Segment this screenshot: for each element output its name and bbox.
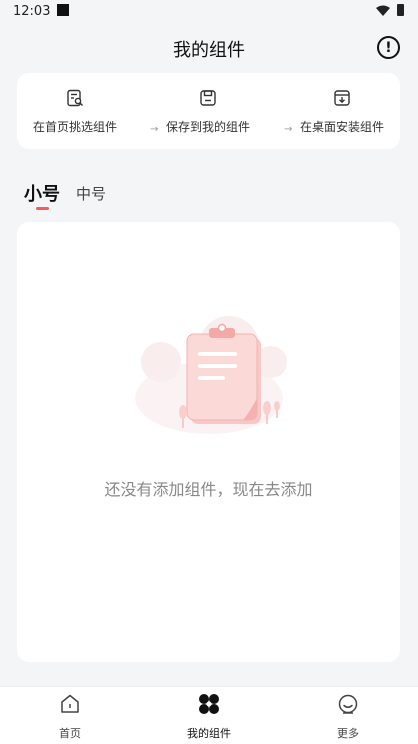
- header: 我的组件 !: [0, 28, 418, 66]
- step-pick-widget: 在首页挑选组件: [20, 73, 130, 149]
- bottom-nav: 首页 我的组件 更多: [0, 686, 418, 744]
- nav-item-widgets[interactable]: 我的组件: [154, 687, 264, 744]
- empty-state-card: 还没有添加组件，现在去添加: [17, 222, 400, 662]
- clipboard-illustration: [135, 316, 287, 434]
- install-icon: [334, 90, 350, 106]
- widgets-icon: [199, 694, 219, 714]
- nav-item-more[interactable]: 更多: [293, 687, 403, 744]
- exclamation-icon: !: [385, 39, 392, 56]
- status-bar: 12:03: [0, 0, 418, 24]
- nav-label: 首页: [59, 727, 81, 740]
- nav-label: 更多: [337, 727, 359, 740]
- battery-icon: [397, 4, 404, 16]
- save-icon: [200, 90, 216, 106]
- step-save-widget: 保存到我的组件: [153, 73, 263, 149]
- tab-small[interactable]: 小号: [24, 180, 60, 206]
- nav-item-home[interactable]: 首页: [15, 687, 125, 744]
- tab-indicator: [36, 207, 49, 210]
- home-icon: [61, 694, 79, 713]
- wifi-icon: [376, 5, 390, 16]
- step-label: 在桌面安装组件: [299, 120, 384, 134]
- step-label: 在首页挑选组件: [32, 120, 117, 134]
- tab-medium[interactable]: 中号: [76, 183, 106, 204]
- search-document-icon: [67, 89, 83, 107]
- nav-label: 我的组件: [187, 727, 231, 740]
- page-title: 我的组件: [173, 40, 245, 61]
- empty-state-message[interactable]: 还没有添加组件，现在去添加: [17, 476, 400, 500]
- step-label: 保存到我的组件: [165, 120, 250, 134]
- step-install-widget: 在桌面安装组件: [287, 73, 397, 149]
- profile-icon: [338, 694, 358, 714]
- steps-card: 在首页挑选组件 → 保存到我的组件 → 在桌面安装组件: [17, 73, 400, 149]
- info-button[interactable]: !: [377, 36, 400, 59]
- notification-icon: [57, 4, 69, 16]
- status-time: 12:03: [13, 4, 51, 19]
